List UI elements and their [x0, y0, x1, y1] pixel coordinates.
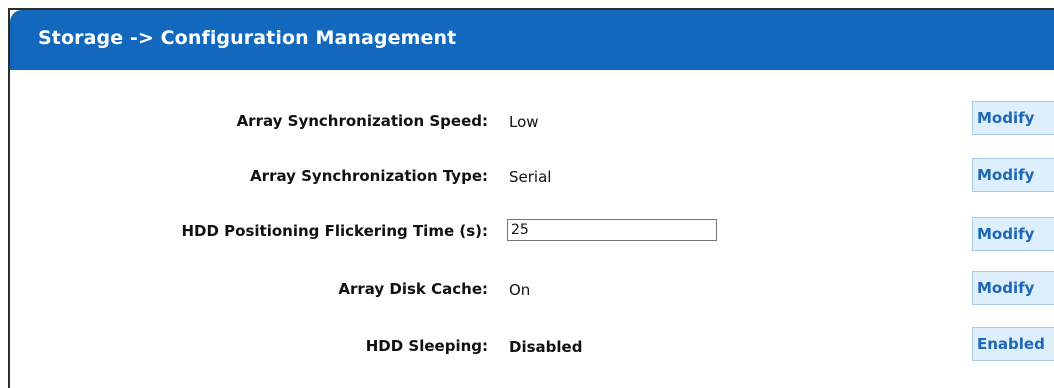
sync-speed-label: Array Synchronization Speed: [236, 112, 488, 130]
modify-flicker-time-button[interactable]: Modify [972, 217, 1054, 251]
page-title: Storage -> Configuration Management [38, 27, 457, 49]
hdd-sleeping-value: Disabled [509, 338, 583, 356]
sync-type-value: Serial [509, 168, 552, 186]
hdd-sleeping-label: HDD Sleeping: [365, 337, 488, 355]
modify-disk-cache-button[interactable]: Modify [972, 271, 1054, 305]
flicker-time-input[interactable] [507, 219, 717, 241]
panel-header: Storage -> Configuration Management [10, 10, 1054, 70]
modify-sync-speed-button[interactable]: Modify [972, 101, 1054, 135]
flicker-time-label: HDD Positioning Flickering Time (s): [181, 222, 488, 240]
configuration-management-panel: Storage -> Configuration Management [8, 8, 1054, 388]
sync-type-label: Array Synchronization Type: [250, 167, 488, 185]
disk-cache-label: Array Disk Cache: [338, 280, 488, 298]
sync-speed-value: Low [509, 113, 539, 131]
enable-hdd-sleeping-button[interactable]: Enabled [972, 327, 1054, 361]
disk-cache-value: On [509, 281, 531, 299]
modify-sync-type-button[interactable]: Modify [972, 158, 1054, 192]
